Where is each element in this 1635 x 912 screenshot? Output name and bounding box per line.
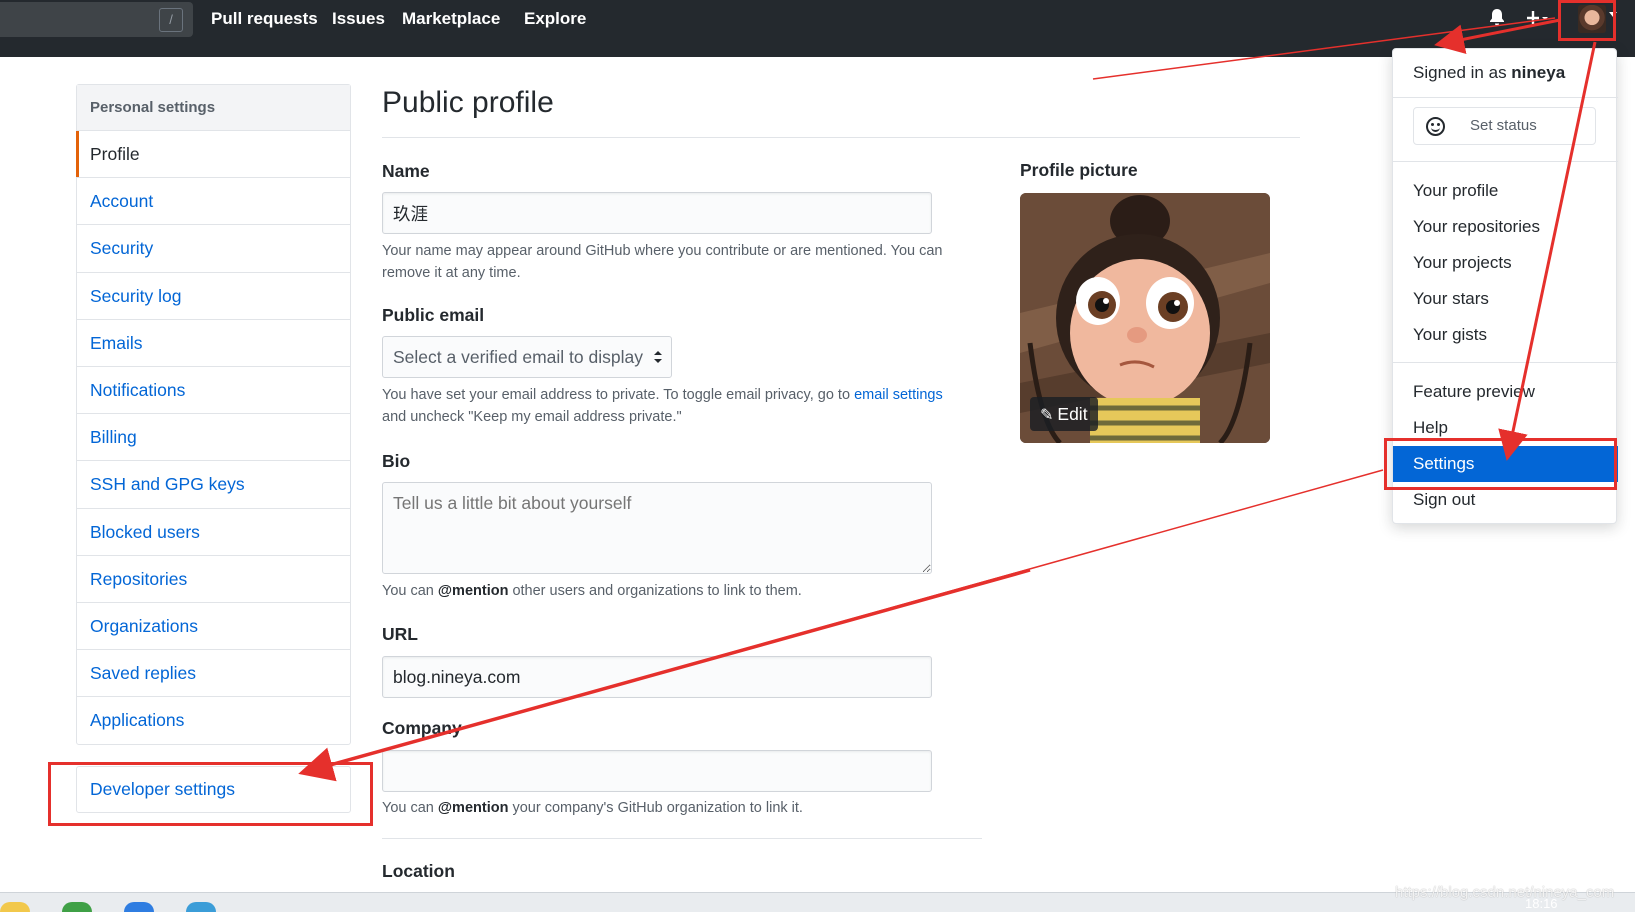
public-email-note-text-end: and uncheck "Keep my email address priva… [382,409,682,425]
nav-marketplace[interactable]: Marketplace [402,8,500,30]
edit-label: Edit [1057,404,1088,424]
company-note-text-end: your company's GitHub organization to li… [508,800,803,816]
public-email-note-text: You have set your email address to priva… [382,387,855,403]
nav-issues[interactable]: Issues [332,8,385,30]
signed-in-as: Signed in as nineya [1413,63,1565,83]
company-note-mention: @mention [437,800,509,816]
divider [1393,97,1618,98]
sidebar-item-organizations[interactable]: Organizations [77,603,350,651]
bio-textarea[interactable] [382,482,932,574]
browser-icon[interactable] [62,902,92,912]
public-email-selected-value: Select a verified email to display [393,347,643,367]
plus-icon[interactable] [1527,8,1549,33]
url-field[interactable] [382,656,932,698]
bio-note-mention: @mention [437,583,509,599]
company-field[interactable] [382,750,932,792]
bell-icon[interactable] [1489,8,1505,33]
select-arrows-icon [654,351,662,363]
public-email-note: You have set your email address to priva… [382,384,962,428]
company-note-text: You can [382,800,438,816]
location-label: Location [382,861,455,881]
email-settings-link[interactable]: email settings [854,387,943,403]
watermark: https://blog.csdn.net/nineya_com [1395,884,1615,901]
menu-your-stars[interactable]: Your stars [1393,281,1618,317]
sidebar-heading: Personal settings [77,85,350,131]
menu-your-profile[interactable]: Your profile [1393,173,1618,209]
top-navigation-bar: / Pull requests Issues Marketplace Explo… [0,0,1635,57]
edit-picture-button[interactable]: ✎ Edit [1030,397,1098,431]
username: nineya [1511,63,1566,82]
set-status-button[interactable]: Set status [1413,107,1596,145]
menu-your-gists[interactable]: Your gists [1393,317,1618,353]
app-icon[interactable] [124,902,154,912]
divider [1393,161,1618,162]
menu-your-repositories[interactable]: Your repositories [1393,209,1618,245]
page-title: Public profile [382,86,554,119]
company-label: Company [382,718,462,738]
url-label: URL [382,624,418,644]
pencil-icon: ✎ [1040,407,1054,424]
set-status-label: Set status [1470,117,1537,134]
sidebar-item-account[interactable]: Account [77,178,350,226]
name-label: Name [382,161,430,181]
bio-note-text: You can [382,583,438,599]
nav-pull-requests[interactable]: Pull requests [211,8,318,30]
sidebar-item-ssh-gpg-keys[interactable]: SSH and GPG keys [77,461,350,509]
annotation-box-avatar [1558,0,1616,41]
profile-picture: ✎ Edit [1020,193,1270,443]
nav-explore[interactable]: Explore [524,8,586,30]
signed-in-prefix: Signed in as [1413,63,1512,82]
name-field[interactable] [382,192,932,234]
search-input[interactable]: / [0,2,193,37]
bio-label: Bio [382,451,411,471]
profile-picture-label: Profile picture [1020,160,1138,180]
sidebar-item-profile[interactable]: Profile [76,131,350,179]
sidebar-item-repositories[interactable]: Repositories [77,556,350,603]
sidebar-item-emails[interactable]: Emails [77,320,350,367]
bio-note: You can @mention other users and organiz… [382,580,962,602]
menu-your-projects[interactable]: Your projects [1393,245,1618,281]
company-note: You can @mention your company's GitHub o… [382,797,962,819]
divider [1393,362,1618,363]
sidebar-item-security[interactable]: Security [77,225,350,273]
editor-icon[interactable] [186,902,216,912]
annotation-box-settings [1384,438,1617,490]
divider [382,838,982,839]
sidebar-item-saved-replies[interactable]: Saved replies [77,650,350,698]
annotation-box-developer-settings [48,762,373,826]
divider [382,137,1300,138]
sidebar-item-security-log[interactable]: Security log [77,273,350,320]
sidebar-item-blocked-users[interactable]: Blocked users [77,509,350,556]
search-shortcut-key: / [159,8,183,32]
settings-sidebar: Personal settings Profile Account Securi… [76,84,351,746]
sidebar-item-billing[interactable]: Billing [77,414,350,462]
smiley-icon [1426,117,1445,136]
bio-note-text-end: other users and organizations to link to… [508,583,802,599]
public-email-select[interactable]: Select a verified email to display [382,336,672,378]
menu-feature-preview[interactable]: Feature preview [1393,374,1618,410]
name-note: Your name may appear around GitHub where… [382,243,943,281]
sidebar-item-applications[interactable]: Applications [77,697,350,744]
os-taskbar [0,892,1635,912]
public-email-label: Public email [382,305,485,325]
sidebar-item-notifications[interactable]: Notifications [77,367,350,415]
folder-icon[interactable] [0,902,30,912]
